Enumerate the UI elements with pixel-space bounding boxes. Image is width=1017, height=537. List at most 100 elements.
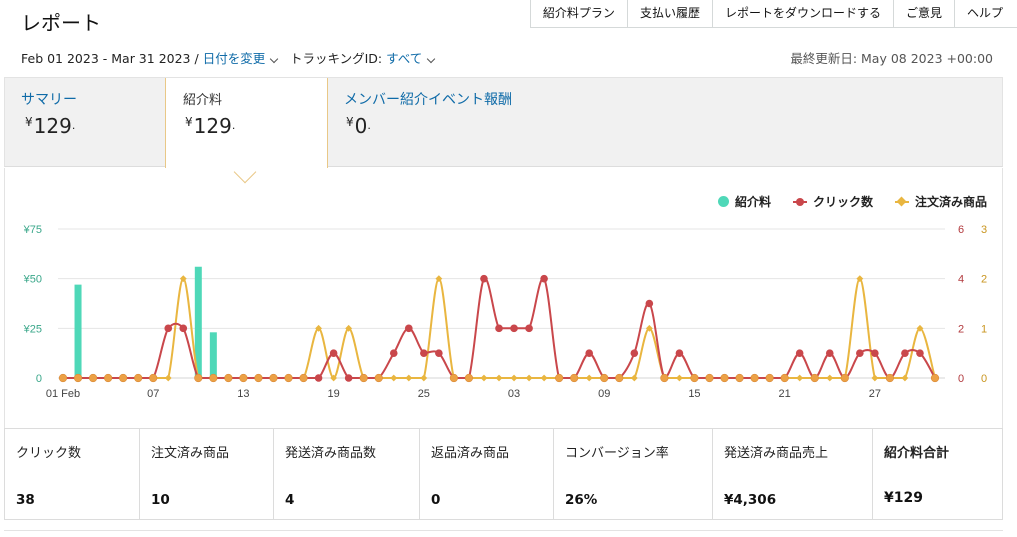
clicks-point (600, 373, 609, 383)
clicks-point (134, 373, 143, 383)
legend-fee-label: 紹介料 (734, 195, 771, 209)
filter-bar: Feb 01 2023 - Mar 31 2023 / 日付を変更 トラッキング… (21, 48, 993, 66)
clicks-point (435, 349, 443, 357)
download-report-link[interactable]: レポートをダウンロードする (713, 0, 894, 27)
ordered-point (676, 374, 683, 382)
clicks-point (495, 324, 503, 333)
clicks-point (510, 324, 518, 333)
ordered-point (630, 374, 638, 382)
metric-total-fee-label: 紹介料合計 (884, 446, 950, 461)
y-right-clicks-tick-label: 2 (958, 323, 964, 335)
date-range: Feb 01 2023 - Mar 31 2023 / 日付を変更 (21, 48, 281, 67)
metric-shipped-revenue-value: ¥4,306 (724, 492, 777, 508)
y-left-tick-label: 0 (36, 373, 42, 385)
clicks-point (750, 373, 759, 383)
fee-bar (209, 332, 217, 378)
tab-summary[interactable]: サマリー ¥129. (5, 78, 165, 168)
metric-clicks: クリック数 38 (5, 429, 140, 519)
ordered-point (405, 374, 413, 382)
clicks-point (224, 373, 233, 383)
clicks-point (615, 373, 624, 383)
ordered-point (164, 374, 172, 382)
y-left-tick-label: ¥50 (23, 274, 42, 286)
ordered-point (510, 374, 518, 382)
clicks-point (88, 373, 98, 383)
legend-item-fee[interactable]: 紹介料 (717, 193, 771, 210)
clicks-point (585, 349, 594, 357)
tab-referral-fee[interactable]: 紹介料 ¥129. (165, 78, 328, 174)
metric-ordered-items-value: 10 (151, 492, 170, 508)
date-range-text: Feb 01 2023 - Mar 31 2023 (21, 51, 191, 66)
tab-member-referral-bonus[interactable]: メンバー紹介イベント報酬 ¥0. (328, 78, 588, 168)
legend-fee-swatch (717, 196, 729, 207)
ordered-point (390, 374, 398, 382)
tracking-id-filter[interactable]: トラッキングID: すべて (290, 48, 438, 67)
clicks-point (930, 373, 940, 383)
ordered-point (420, 374, 428, 382)
ordered-point (525, 374, 533, 382)
fee-bar (74, 284, 82, 378)
clicks-point (420, 349, 428, 357)
change-date-link[interactable]: 日付を変更 (203, 51, 266, 66)
clicks-point (464, 373, 474, 383)
clicks-point (58, 373, 68, 383)
clicks-point (329, 349, 338, 357)
ordered-point (585, 374, 593, 382)
x-tick-label: 01 Feb (46, 388, 80, 400)
metric-clicks-value: 38 (16, 492, 35, 508)
help-link[interactable]: ヘルプ (955, 0, 1017, 27)
y-left-tick-label: ¥75 (23, 224, 42, 236)
x-tick-label: 15 (688, 388, 700, 400)
tab-referral-fee-value: ¥129. (185, 114, 236, 138)
tracking-id-value[interactable]: すべて (386, 51, 422, 66)
chevron-down-icon[interactable] (269, 54, 279, 63)
legend-item-ordered[interactable]: 注文済み商品 (894, 193, 987, 210)
clicks-point (705, 373, 714, 383)
date-separator: / (190, 51, 203, 66)
tab-member-referral-bonus-label: メンバー紹介イベント報酬 (344, 92, 512, 108)
metric-shipped-revenue-label: 発送済み商品売上 (724, 446, 829, 461)
tab-member-referral-bonus-value: ¥0. (346, 114, 371, 138)
clicks-point (449, 373, 458, 383)
ordered-point (826, 374, 834, 382)
payment-history-link[interactable]: 支払い履歴 (628, 0, 713, 27)
feedback-link[interactable]: ご意見 (894, 0, 955, 27)
chevron-down-icon[interactable] (427, 54, 436, 63)
clicks-point (374, 373, 383, 383)
metric-ordered-items: 注文済み商品 10 (140, 429, 274, 519)
ordered-point (495, 374, 503, 382)
metric-conversion-rate: コンバージョン率 26% (554, 429, 713, 519)
clicks-point (570, 373, 579, 383)
metric-ordered-items-label: 注文済み商品 (151, 446, 230, 461)
clicks-point (885, 373, 894, 383)
x-tick-label: 21 (779, 388, 791, 400)
metric-conversion-rate-value: 26% (565, 492, 598, 508)
legend-ordered-label: 注文済み商品 (914, 195, 987, 209)
clicks-point (825, 349, 834, 357)
page-title: レポート (21, 11, 101, 35)
clicks-point (690, 373, 699, 383)
summary-band: サマリー ¥129. 紹介料 ¥129. メンバー紹介イベント報酬 ¥0. (4, 77, 1003, 174)
ordered-point (871, 374, 879, 382)
tab-referral-fee-label: 紹介料 (183, 93, 223, 108)
y-right-ordered-tick-label: 3 (981, 224, 987, 236)
clicks-point (765, 373, 774, 383)
metrics-row: クリック数 38 注文済み商品 10 発送済み商品数 4 返品済み商品 0 コン… (4, 428, 1003, 520)
clicks-point (660, 373, 669, 383)
clicks-point (254, 373, 263, 383)
metric-returned-items-label: 返品済み商品 (431, 446, 510, 461)
x-tick-label: 25 (418, 388, 430, 400)
clicks-point (119, 373, 128, 383)
clicks-point (359, 373, 368, 383)
clicks-point (73, 373, 83, 383)
ordered-point (540, 374, 548, 382)
clicks-point (389, 349, 398, 357)
clicks-point (104, 373, 113, 383)
clicks-point (284, 373, 293, 383)
fee-plan-link[interactable]: 紹介料プラン (531, 0, 628, 27)
last-updated: 最終更新日: May 08 2023 +00:00 (790, 51, 993, 66)
legend-clicks-swatch (792, 197, 807, 206)
legend-item-clicks[interactable]: クリック数 (792, 193, 873, 210)
clicks-point (555, 373, 564, 383)
x-tick-label: 27 (869, 388, 881, 400)
